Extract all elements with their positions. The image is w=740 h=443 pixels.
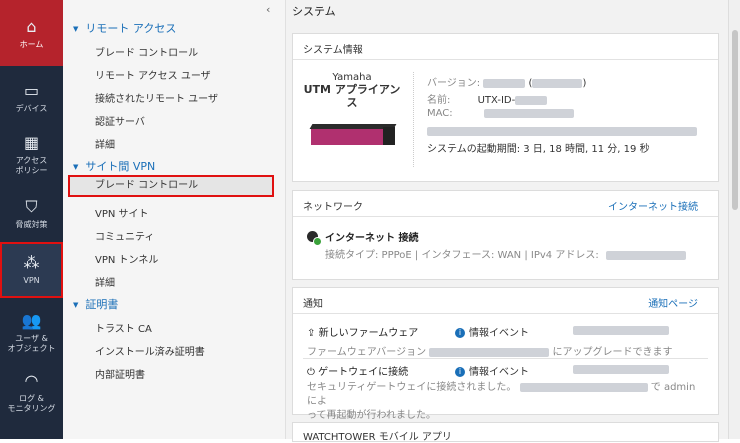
home-icon: ⌂	[26, 17, 37, 36]
nav-item-ra-blade-control[interactable]: ブレード コントロール	[95, 44, 198, 59]
gauge-icon: ◠	[24, 371, 39, 390]
nav-item-ra-advanced[interactable]: 詳細	[95, 136, 115, 151]
main-content: システム システム情報 Yamaha UTM アプライアンス バージョン: ()…	[286, 0, 728, 443]
watchtower-header: WATCHTOWER モバイル アプリ	[303, 432, 452, 443]
name-row: 名前: UTX-ID-	[427, 91, 548, 106]
network-header: ネットワーク	[303, 202, 363, 213]
nav-item-s2s-advanced[interactable]: 詳細	[95, 274, 115, 289]
grid-icon: ▦	[23, 133, 40, 152]
nav-item-internal-cert[interactable]: 内部証明書	[95, 366, 145, 381]
rail-logs[interactable]: ◠ ログ & モニタリング	[0, 372, 63, 414]
nav-item-ra-users[interactable]: リモート アクセス ユーザ	[95, 67, 211, 82]
notifications-card: 通知 通知ページ ⇪ 新しいファームウェア i 情報イベント ファームウェアバージ…	[292, 287, 719, 421]
page-title: システム	[292, 5, 336, 18]
system-info-card: システム情報 Yamaha UTM アプライアンス バージョン: () 名前: …	[292, 33, 719, 182]
caret-down-icon: ▼	[73, 163, 79, 171]
caret-down-icon: ▼	[73, 301, 79, 309]
appliance-image	[309, 122, 397, 148]
rail-threat[interactable]: ⛉ 脅威対策	[0, 198, 63, 230]
main-rail: ⌂ ホーム ▭ デバイス ▦ アクセス ポリシー ⛉ 脅威対策 ⁂ VPN 👥 …	[0, 0, 63, 439]
vpn-network-icon: ⁂	[23, 253, 40, 272]
nav-section-certificates[interactable]: ▼ 証明書	[73, 296, 118, 312]
network-card: ネットワーク インターネット接続 インターネット 接続 接続タイプ: PPPoE…	[292, 190, 719, 280]
rail-vpn[interactable]: ⁂ VPN	[0, 242, 63, 298]
internet-connection-link[interactable]: インターネット接続	[608, 198, 698, 213]
shield-icon: ⛉	[25, 197, 38, 216]
notification-gateway[interactable]: ⏻ ゲートウェイに接続	[307, 363, 408, 378]
rail-devices[interactable]: ▭ デバイス	[0, 82, 63, 114]
gateway-detail: セキュリティゲートウェイに接続されました。 で admin によ って再起動が行…	[307, 382, 696, 421]
nav-item-auth-servers[interactable]: 認証サーバ	[95, 113, 145, 128]
collapse-nav-icon[interactable]: ‹	[266, 3, 270, 16]
uptime: システムの起動期間: 3 日, 18 時間, 11 分, 19 秒	[427, 144, 650, 155]
notifications-page-link[interactable]: 通知ページ	[648, 295, 698, 310]
notification-firmware[interactable]: ⇪ 新しいファームウェア	[307, 324, 418, 339]
nav-item-s2s-blade-control[interactable]: ブレード コントロール	[68, 175, 274, 197]
nav-item-vpn-tunnels[interactable]: VPN トンネル	[95, 251, 158, 266]
users-icon: 👥	[21, 311, 42, 330]
nav-section-site-vpn[interactable]: ▼ サイト間 VPN	[73, 158, 155, 174]
divider	[293, 216, 718, 217]
firmware-icon: ⇪	[307, 328, 316, 339]
vpn-nav-tree: ‹ ▼ リモート アクセス ブレード コントロール リモート アクセス ユーザ 接…	[63, 0, 286, 439]
system-info-header: システム情報	[303, 45, 363, 56]
device-icon: ▭	[23, 81, 40, 100]
power-icon: ⏻	[307, 367, 315, 378]
info-icon: i	[455, 328, 465, 338]
nav-item-trusted-ca[interactable]: トラスト CA	[95, 320, 152, 335]
mac-row: MAC:	[427, 108, 574, 119]
connection-title[interactable]: インターネット 接続	[325, 229, 418, 244]
nav-item-connected-users[interactable]: 接続されたリモート ユーザ	[95, 90, 218, 105]
main-scrollbar[interactable]	[728, 0, 740, 439]
nav-item-installed-certs[interactable]: インストール済み証明書	[95, 343, 205, 358]
rail-home[interactable]: ⌂ ホーム	[0, 0, 63, 66]
nav-section-remote-access[interactable]: ▼ リモート アクセス	[73, 20, 176, 36]
brand-name: Yamaha	[332, 72, 372, 83]
watchtower-card: WATCHTOWER モバイル アプリ	[292, 422, 719, 443]
nav-item-communities[interactable]: コミュニティ	[95, 228, 154, 243]
rail-access-policy[interactable]: ▦ アクセス ポリシー	[0, 134, 63, 176]
version-row: バージョン: ()	[427, 78, 587, 89]
caret-down-icon: ▼	[73, 25, 79, 33]
notifications-header: 通知	[303, 299, 323, 310]
connection-detail: 接続タイプ: PPPoE | インタフェース: WAN | IPv4 アドレス:	[325, 246, 686, 261]
divider	[293, 313, 718, 314]
globe-icon	[307, 231, 322, 246]
divider	[293, 59, 718, 60]
firmware-detail: ファームウェアバージョン にアップグレードできます	[307, 347, 673, 358]
notification-type: i 情報イベント	[455, 363, 529, 378]
rail-users-objects[interactable]: 👥 ユーザ & オブジェクト	[0, 312, 63, 354]
hidden-info-row	[427, 126, 697, 137]
product-name: UTM アプライアンス	[303, 83, 401, 109]
notification-type: i 情報イベント	[455, 324, 529, 339]
appliance-identity: Yamaha UTM アプライアンス	[303, 72, 401, 109]
info-icon: i	[455, 367, 465, 377]
nav-item-vpn-sites[interactable]: VPN サイト	[95, 205, 149, 220]
scrollbar-thumb[interactable]	[732, 30, 738, 210]
